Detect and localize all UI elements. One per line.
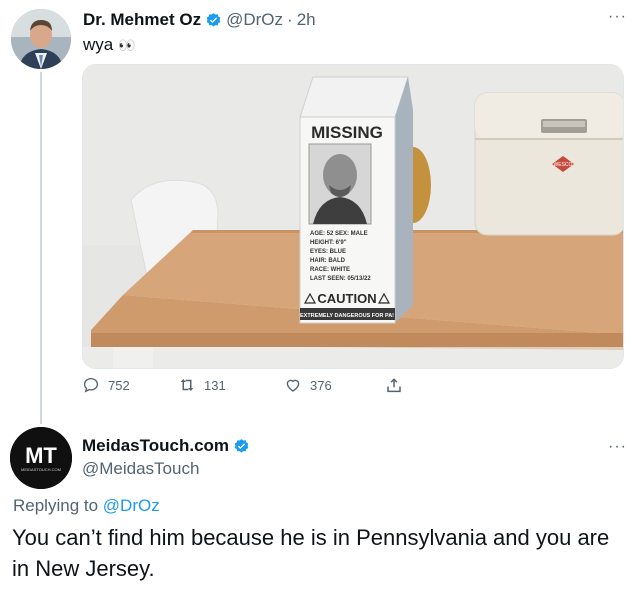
carton-detail-line: AGE: 52 SEX: MALE bbox=[310, 231, 368, 237]
verified-badge-icon bbox=[206, 12, 221, 27]
dr-oz-avatar[interactable] bbox=[11, 9, 71, 69]
meidastouch-avatar[interactable]: MT MEIDASTOUCH.COM bbox=[10, 427, 72, 489]
carton-detail-line: RACE: WHITE bbox=[310, 267, 350, 273]
replying-to-handle-link[interactable]: @DrOz bbox=[103, 496, 160, 515]
share-icon bbox=[387, 378, 401, 393]
share-action[interactable] bbox=[385, 376, 403, 394]
like-icon bbox=[286, 379, 300, 392]
carton-warning-strip: EXTREMELY DANGEROUS FOR PA! bbox=[300, 313, 394, 319]
more-icon[interactable]: ··· bbox=[608, 438, 627, 456]
carton-detail-line: EYES: BLUE bbox=[310, 249, 346, 255]
carton-detail-line: HAIR: BALD bbox=[310, 258, 346, 264]
author-handle[interactable]: @DrOz bbox=[226, 10, 283, 30]
header-separator: · bbox=[287, 10, 293, 29]
avatar-subtext: MEIDASTOUCH.COM bbox=[21, 467, 61, 472]
milk-carton-scene: WESCO MISSING AGE: 52 SEX: MALE HEIGHT: … bbox=[83, 65, 623, 368]
verified-badge-icon bbox=[234, 438, 249, 453]
replying-to-prefix: Replying to bbox=[13, 496, 99, 515]
more-icon[interactable]: ··· bbox=[608, 8, 627, 26]
reply-author-handle[interactable]: @MeidasTouch bbox=[82, 459, 199, 479]
carton-detail-line: LAST SEEN: 05/13/22 bbox=[310, 276, 371, 282]
reply-text: You can’t find him because he is in Penn… bbox=[12, 525, 610, 581]
reply-icon bbox=[83, 377, 99, 393]
tweet-media-image[interactable]: WESCO MISSING AGE: 52 SEX: MALE HEIGHT: … bbox=[82, 64, 624, 369]
reply-action[interactable]: 752 bbox=[82, 376, 130, 394]
like-count: 376 bbox=[310, 377, 332, 393]
eyes-emoji: 👀 bbox=[117, 37, 136, 53]
carton-detail-line: HEIGHT: 6'9" bbox=[310, 240, 347, 246]
tweet-time[interactable]: 2h bbox=[297, 10, 316, 30]
thread-connector-line bbox=[40, 72, 42, 424]
tweet-text: wya 👀 bbox=[83, 35, 135, 55]
meidastouch-logo: MT MEIDASTOUCH.COM bbox=[10, 427, 72, 489]
like-action[interactable]: 376 bbox=[284, 376, 332, 394]
reply-count: 752 bbox=[108, 377, 130, 393]
replying-to-line: Replying to @DrOz bbox=[13, 496, 160, 516]
tweet-text-body: wya bbox=[83, 35, 114, 54]
dr-oz-portrait bbox=[11, 9, 71, 69]
reply-header: MeidasTouch.com bbox=[82, 436, 250, 456]
carton-title: MISSING bbox=[311, 123, 383, 142]
tweet-actions: 752 131 376 bbox=[82, 376, 482, 402]
author-name[interactable]: Dr. Mehmet Oz bbox=[83, 10, 201, 30]
retweet-count: 131 bbox=[204, 377, 226, 393]
tweet-header: Dr. Mehmet Oz @DrOz · 2h bbox=[83, 10, 316, 30]
reply-author-name[interactable]: MeidasTouch.com bbox=[82, 436, 229, 456]
avatar-letters: MT bbox=[25, 443, 57, 468]
retweet-icon bbox=[180, 379, 194, 391]
retweet-action[interactable]: 131 bbox=[178, 376, 226, 394]
carton-caution-label: CAUTION bbox=[317, 291, 376, 306]
bin-badge-text: WESCO bbox=[554, 162, 573, 168]
